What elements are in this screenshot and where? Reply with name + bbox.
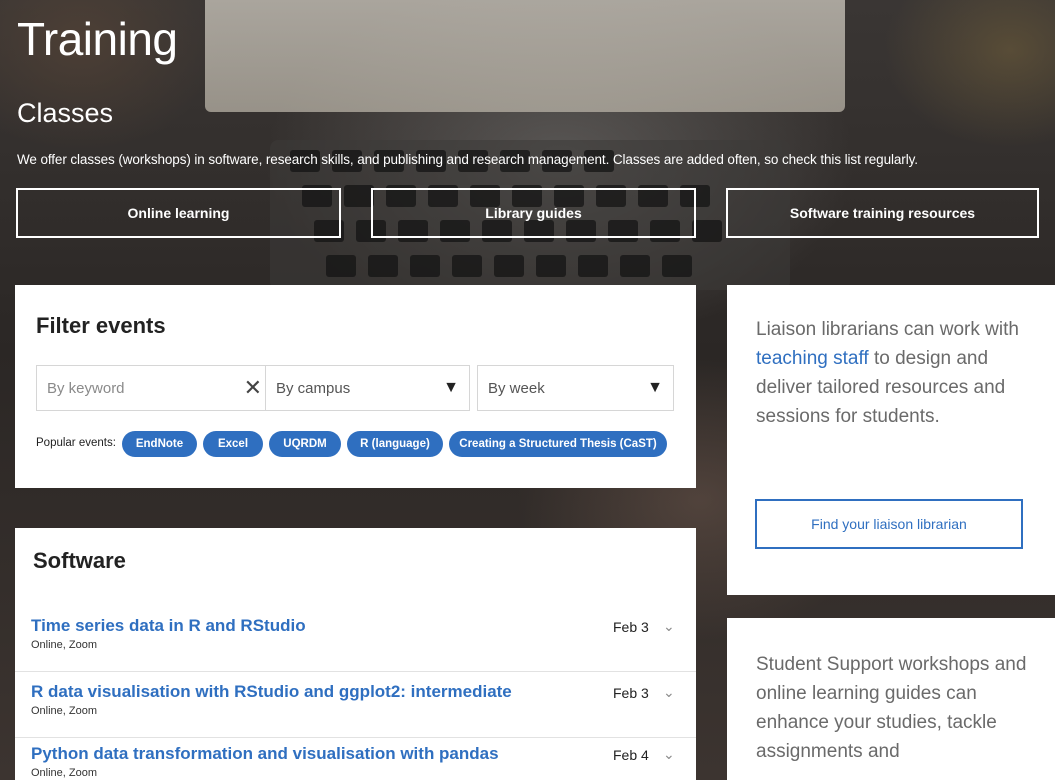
event-row[interactable]: Time series data in R and RStudio Online… [15,614,696,672]
event-location: Online, Zoom [31,705,98,717]
keyboard-key-image [344,185,374,207]
chevron-down-icon[interactable]: ⌄ [663,684,675,701]
laptop-screen-image [205,0,845,112]
popular-chip-cast[interactable]: Creating a Structured Thesis (CaST) [449,431,667,457]
keyboard-key-image [452,255,482,277]
keyboard-key-image [368,255,398,277]
week-select-label: By week [488,379,545,397]
software-training-resources-button[interactable]: Software training resources [726,188,1039,238]
online-learning-button[interactable]: Online learning [16,188,341,238]
student-support-card: Student Support workshops and online lea… [727,618,1055,780]
popular-chip-uqrdm[interactable]: UQRDM [269,431,341,457]
event-date: Feb 3 [613,685,649,701]
event-title-link[interactable]: Python data transformation and visualisa… [31,744,499,764]
keyboard-key-image [410,255,440,277]
keyboard-key-image [326,255,356,277]
event-location: Online, Zoom [31,639,98,651]
liaison-librarian-card: Liaison librarians can work with teachin… [727,285,1055,595]
chevron-down-icon[interactable]: ⌄ [663,618,675,635]
caret-down-icon: ▼ [647,379,663,396]
page-title: Training [17,13,178,65]
event-row[interactable]: R data visualisation with RStudio and gg… [15,680,696,738]
intro-text: We offer classes (workshops) in software… [17,152,918,167]
keyboard-key-image [662,255,692,277]
student-support-description: Student Support workshops and online lea… [756,654,1027,762]
keyword-search-field[interactable]: By keyword ✕ [36,365,273,411]
keyword-input[interactable]: By keyword [47,380,244,397]
campus-select[interactable]: By campus ▼ [265,365,470,411]
chevron-down-icon[interactable]: ⌄ [663,746,675,763]
software-events-card: Software Time series data in R and RStud… [15,528,696,780]
liaison-text-start: Liaison librarians can work with [756,319,1019,340]
popular-chip-endnote[interactable]: EndNote [122,431,197,457]
filter-title: Filter events [36,313,166,338]
keyboard-key-image [494,255,524,277]
popular-chip-excel[interactable]: Excel [203,431,263,457]
keyboard-key-image [536,255,566,277]
popular-chip-r-language[interactable]: R (language) [347,431,443,457]
software-section-title: Software [33,548,126,573]
library-guides-button[interactable]: Library guides [371,188,696,238]
event-title-link[interactable]: R data visualisation with RStudio and gg… [31,682,512,702]
clear-icon[interactable]: ✕ [244,377,262,399]
event-date: Feb 3 [613,619,649,635]
find-liaison-librarian-button[interactable]: Find your liaison librarian [755,499,1023,549]
keyboard-key-image [620,255,650,277]
section-subtitle: Classes [17,98,114,128]
event-title-link[interactable]: Time series data in R and RStudio [31,616,306,636]
event-location: Online, Zoom [31,767,98,779]
popular-events-label: Popular events: [36,437,116,449]
keyboard-key-image [692,220,722,242]
filter-events-card: Filter events By keyword ✕ By campus ▼ B… [15,285,696,488]
teaching-staff-link[interactable]: teaching staff [756,348,869,369]
event-row[interactable]: Python data transformation and visualisa… [15,742,696,780]
week-select[interactable]: By week ▼ [477,365,674,411]
event-date: Feb 4 [613,747,649,763]
liaison-description: Liaison librarians can work with teachin… [756,315,1041,431]
campus-select-label: By campus [276,379,351,397]
caret-down-icon: ▼ [443,379,459,396]
keyboard-key-image [578,255,608,277]
